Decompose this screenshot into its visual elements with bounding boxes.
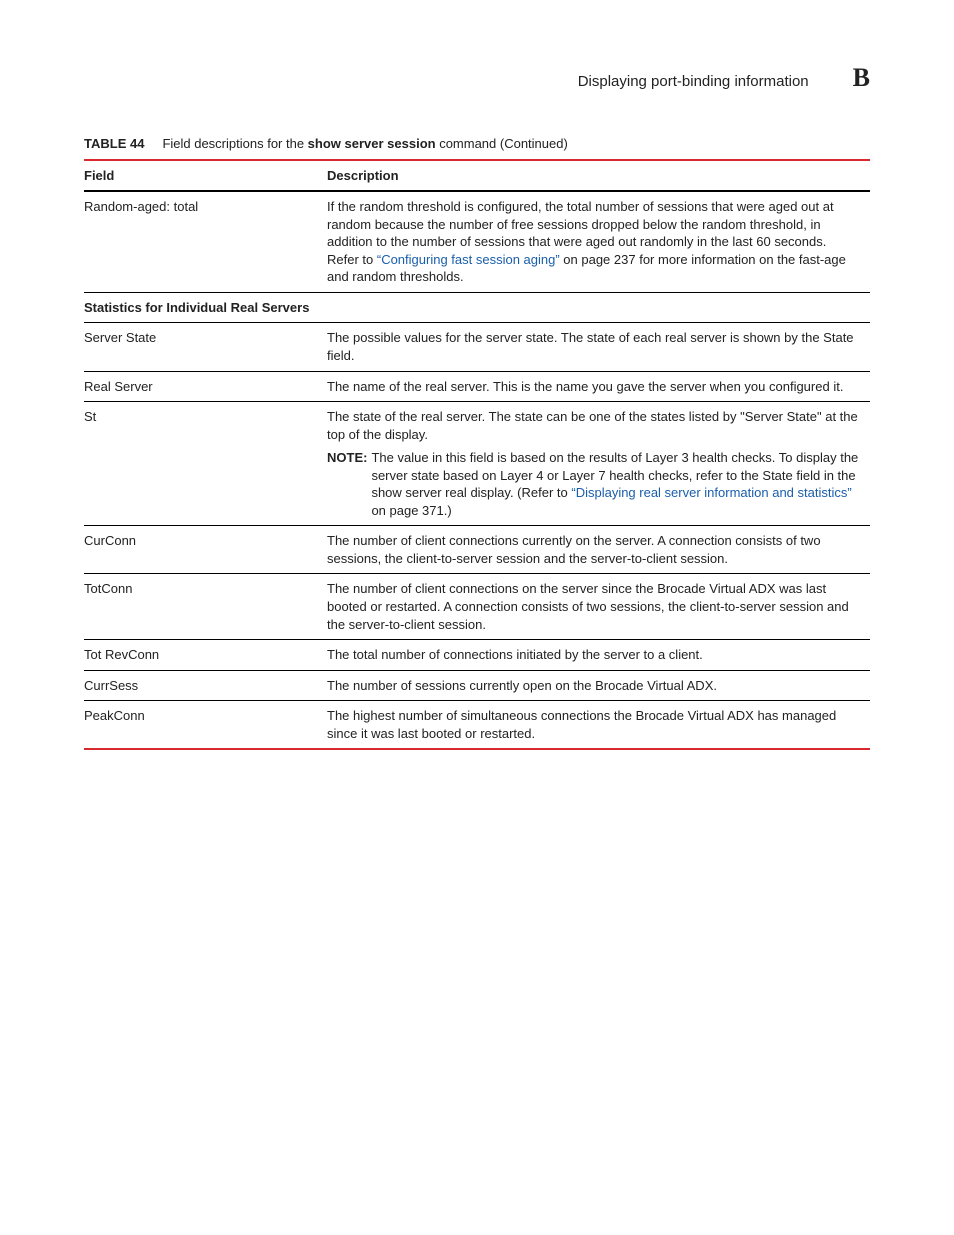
desc-text: If the random threshold is configured, t… [327, 199, 834, 249]
table-caption: TABLE 44 Field descriptions for the show … [84, 135, 870, 153]
section-row: Statistics for Individual Real Servers [84, 292, 870, 323]
table-row: Random-aged: total If the random thresho… [84, 191, 870, 292]
note-block: NOTE: The value in this field is based o… [327, 449, 862, 519]
table-row: CurrSess The number of sessions currentl… [84, 670, 870, 701]
note-command: show server real [371, 485, 466, 500]
caption-post: command (Continued) [436, 136, 568, 151]
desc-cell: The state of the real server. The state … [327, 402, 870, 446]
field-cell-empty [84, 445, 327, 526]
caption-command: show server session [308, 136, 436, 151]
desc-cell: The name of the real server. This is the… [327, 371, 870, 402]
note-label: NOTE: [327, 449, 367, 519]
table-row: PeakConn The highest number of simultane… [84, 701, 870, 750]
desc-cell: The number of sessions currently open on… [327, 670, 870, 701]
table-number: TABLE 44 [84, 136, 144, 151]
refer-pre: Refer to [327, 252, 377, 267]
desc-cell: If the random threshold is configured, t… [327, 191, 870, 292]
desc-cell: The total number of connections initiate… [327, 640, 870, 671]
appendix-letter: B [853, 60, 870, 95]
field-cell: CurrSess [84, 670, 327, 701]
caption-pre: Field descriptions for the [162, 136, 307, 151]
field-description-table: Field Description Random-aged: total If … [84, 159, 870, 751]
table-row-note: NOTE: The value in this field is based o… [84, 445, 870, 526]
page: Displaying port-binding information B TA… [0, 0, 954, 1235]
table-row: CurConn The number of client connections… [84, 526, 870, 574]
link-fast-session-aging[interactable]: “Configuring fast session aging” [377, 252, 560, 267]
field-cell: TotConn [84, 574, 327, 640]
field-cell: Tot RevConn [84, 640, 327, 671]
section-heading: Statistics for Individual Real Servers [84, 292, 870, 323]
table-row: Tot RevConn The total number of connecti… [84, 640, 870, 671]
running-header: Displaying port-binding information B [84, 60, 870, 95]
table-row: Real Server The name of the real server.… [84, 371, 870, 402]
field-cell: Server State [84, 323, 327, 371]
desc-cell: The possible values for the server state… [327, 323, 870, 371]
field-cell: Random-aged: total [84, 191, 327, 292]
note-cell: NOTE: The value in this field is based o… [327, 445, 870, 526]
field-cell: St [84, 402, 327, 446]
field-cell: PeakConn [84, 701, 327, 750]
col-description: Description [327, 160, 870, 192]
table-row: St The state of the real server. The sta… [84, 402, 870, 446]
link-displaying-real-server-info[interactable]: “Displaying real server information and … [571, 485, 851, 500]
note-post: on page 371.) [371, 503, 451, 518]
note-body: The value in this field is based on the … [371, 449, 862, 519]
note-pre: The value in this field is based on the … [371, 450, 858, 483]
header-title: Displaying port-binding information [578, 72, 809, 92]
desc-cell: The number of client connections current… [327, 526, 870, 574]
desc-cell: The highest number of simultaneous conne… [327, 701, 870, 750]
desc-cell: The number of client connections on the … [327, 574, 870, 640]
table-row: TotConn The number of client connections… [84, 574, 870, 640]
note-mid: display. (Refer to [467, 485, 572, 500]
table-header-row: Field Description [84, 160, 870, 192]
table-row: Server State The possible values for the… [84, 323, 870, 371]
col-field: Field [84, 160, 327, 192]
field-cell: CurConn [84, 526, 327, 574]
field-cell: Real Server [84, 371, 327, 402]
